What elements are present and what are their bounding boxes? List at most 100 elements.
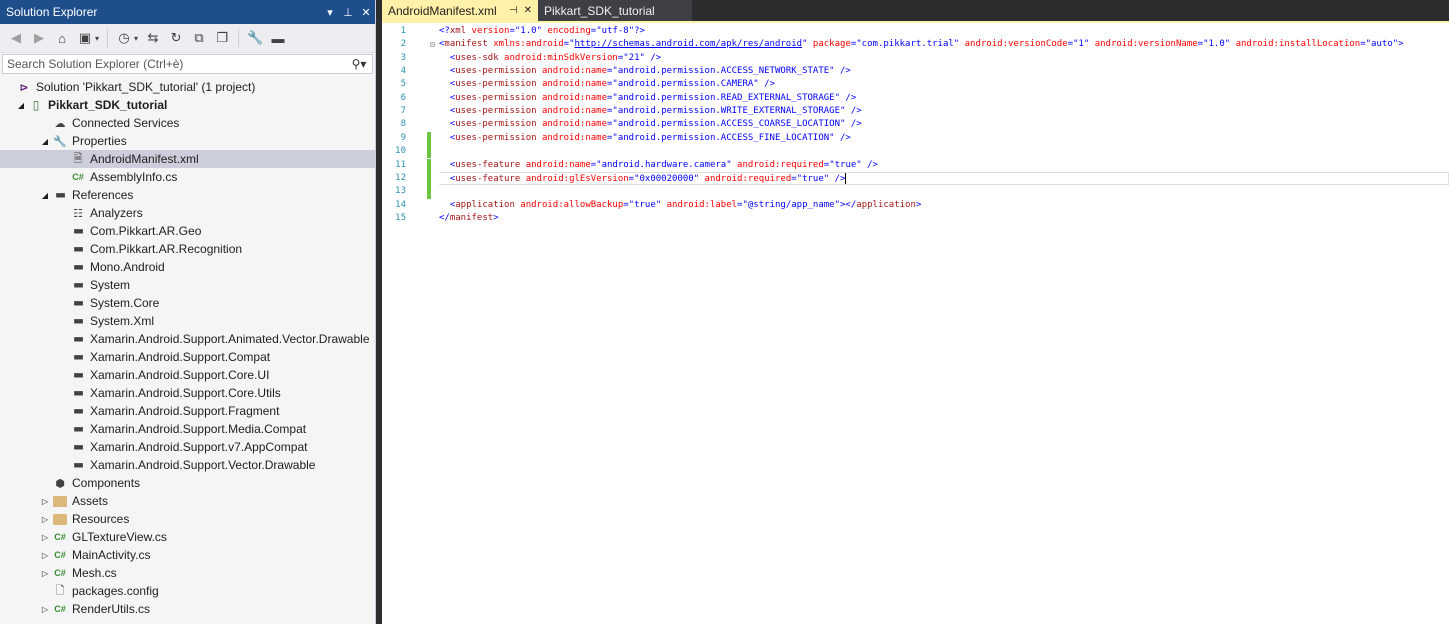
pin-icon[interactable]: ⊥	[339, 6, 357, 19]
fold-collapse-icon[interactable]: ⊟	[430, 38, 435, 51]
tree-item[interactable]: ⊳ Solution 'Pikkart_SDK_tutorial' (1 proj…	[0, 78, 375, 96]
reference-icon: ■■	[73, 352, 84, 362]
tree-item[interactable]: 🗋 packages.config	[0, 582, 375, 600]
pending-changes-filter-icon[interactable]: ◷	[114, 28, 134, 48]
line-number: 4	[400, 66, 406, 77]
code-token: <	[439, 52, 456, 63]
switch-views-dropdown-icon[interactable]: ▾	[95, 34, 99, 43]
expander-placeholder	[56, 348, 70, 366]
toolbar-separator	[107, 29, 109, 47]
sync-with-active-document-icon[interactable]: ⇆	[143, 28, 163, 48]
tree-item[interactable]: ☷ Analyzers	[0, 204, 375, 222]
tree-item[interactable]: ■■ Mono.Android	[0, 258, 375, 276]
collapsed-arrow-icon[interactable]: ▷	[38, 528, 52, 546]
tree-item[interactable]: ■■ Xamarin.Android.Support.Compat	[0, 348, 375, 366]
search-icon[interactable]: ⚲▾	[346, 57, 372, 71]
tree-item[interactable]: ■■ System.Core	[0, 294, 375, 312]
tree-item[interactable]: ◢ ▯ Pikkart_SDK_tutorial	[0, 96, 375, 114]
tree-item[interactable]: ■■ Xamarin.Android.Support.v7.AppCompat	[0, 438, 375, 456]
collapsed-arrow-icon[interactable]: ▷	[38, 510, 52, 528]
filter-dropdown-icon[interactable]: ▾	[134, 34, 138, 43]
code-line[interactable]: <uses-feature android:glEsVersion="0x000…	[439, 171, 1449, 186]
reference-icon: ■■	[73, 442, 84, 452]
solution-explorer-search-box[interactable]: ⚲▾	[2, 54, 373, 74]
line-number: 11	[395, 159, 406, 170]
expanded-arrow-icon[interactable]: ◢	[38, 186, 52, 204]
code-line[interactable]: <uses-sdk android:minSdkVersion="21" />	[439, 52, 661, 65]
show-all-files-icon[interactable]: ❐	[212, 28, 232, 48]
collapse-all-icon[interactable]: ⧉	[189, 28, 209, 48]
preview-selected-items-icon[interactable]: ▬	[268, 28, 288, 48]
collapsed-arrow-icon[interactable]: ▷	[38, 600, 52, 618]
document-tabs: AndroidManifest.xml ⊣ ✕ Pikkart_SDK_tuto…	[382, 0, 1449, 21]
code-line[interactable]: ⊟ <manifest xmlns:android="http://schemas…	[430, 38, 1404, 51]
tree-item[interactable]: ☁ Connected Services	[0, 114, 375, 132]
code-line[interactable]: <?xml version="1.0" encoding="utf-8"?>	[439, 25, 645, 38]
tab-androidmanifest[interactable]: AndroidManifest.xml ⊣ ✕	[382, 0, 538, 21]
collapsed-arrow-icon[interactable]: ▷	[38, 492, 52, 510]
back-icon[interactable]: ◀	[6, 28, 26, 48]
expanded-arrow-icon[interactable]: ◢	[38, 132, 52, 150]
tree-item[interactable]: ▷ C# GLTextureView.cs	[0, 528, 375, 546]
tree-item[interactable]: ■■ Xamarin.Android.Support.Core.Utils	[0, 384, 375, 402]
tree-item[interactable]: ■■ Com.Pikkart.AR.Recognition	[0, 240, 375, 258]
expanded-arrow-icon[interactable]: ◢	[14, 96, 28, 114]
expander-placeholder	[38, 582, 52, 600]
code-token: />	[834, 66, 851, 77]
code-line[interactable]: <uses-permission android:name="android.p…	[439, 78, 775, 91]
tree-item[interactable]: ▷ C# RenderUtils.cs	[0, 600, 375, 618]
window-position-dropdown-icon[interactable]: ▾	[321, 6, 339, 19]
line-number: 13	[395, 186, 406, 197]
home-icon[interactable]: ⌂	[52, 28, 72, 48]
reference-icon: ■■	[73, 424, 84, 434]
close-icon[interactable]: ✕	[357, 6, 375, 19]
code-line[interactable]: <application android:allowBackup="true" …	[439, 199, 921, 212]
tree-item[interactable]: ■■ Xamarin.Android.Support.Fragment	[0, 402, 375, 420]
tree-item[interactable]: ▷ Assets	[0, 492, 375, 510]
xml-file-icon: 🗎	[73, 152, 83, 165]
tree-item[interactable]: ▷ Resources	[0, 510, 375, 528]
code-line[interactable]: <uses-permission android:name="android.p…	[439, 132, 851, 145]
tree-item[interactable]: C# AssemblyInfo.cs	[0, 168, 375, 186]
code-line[interactable]: <uses-permission android:name="android.p…	[439, 118, 862, 131]
wrench-icon: 🔧	[53, 135, 67, 148]
tree-item[interactable]: ■■ Xamarin.Android.Support.Core.UI	[0, 366, 375, 384]
tab-pikkart-sdk-tutorial[interactable]: Pikkart_SDK_tutorial	[538, 0, 692, 21]
tree-item[interactable]: ■■ Xamarin.Android.Support.Animated.Vecto…	[0, 330, 375, 348]
collapsed-arrow-icon[interactable]: ▷	[38, 564, 52, 582]
tree-item[interactable]: 🗎 AndroidManifest.xml	[0, 150, 375, 168]
close-tab-icon[interactable]: ✕	[524, 5, 532, 16]
tree-item-label: RenderUtils.cs	[72, 602, 151, 616]
code-token: <	[439, 159, 456, 170]
properties-wrench-icon[interactable]: 🔧	[245, 28, 265, 48]
tree-item[interactable]: ◢ 🔧 Properties	[0, 132, 375, 150]
refresh-icon[interactable]: ↻	[166, 28, 186, 48]
forward-icon[interactable]: ▶	[29, 28, 49, 48]
tree-item[interactable]: ■■ Com.Pikkart.AR.Geo	[0, 222, 375, 240]
code-line[interactable]: <uses-feature android:name="android.hard…	[439, 159, 878, 172]
code-token: "utf-8"	[596, 26, 635, 36]
csharp-icon: C#	[54, 604, 66, 614]
code-editor[interactable]: 1 2 3 4 5 6 7 8 9 10 11 12 13 14 15 <?xml version="1.0…	[382, 23, 1449, 624]
code-line[interactable]: <uses-permission android:name="android.p…	[439, 92, 856, 105]
tree-item[interactable]: ◢ ■■ References	[0, 186, 375, 204]
tree-item[interactable]: ▷ C# Mesh.cs	[0, 564, 375, 582]
code-token: "android.permission.READ_EXTERNAL_STORAG…	[612, 92, 840, 103]
tree-item[interactable]: ⬢ Components	[0, 474, 375, 492]
code-token: android:allowBackup	[514, 199, 624, 210]
pin-tab-icon[interactable]: ⊣	[509, 5, 518, 16]
tree-item[interactable]: ■■ System.Xml	[0, 312, 375, 330]
code-line[interactable]: </manifest>	[439, 212, 499, 225]
collapsed-arrow-icon[interactable]: ▷	[38, 546, 52, 564]
tree-item[interactable]: ■■ Xamarin.Android.Support.Vector.Drawabl…	[0, 456, 375, 474]
code-token: uses-permission	[455, 119, 537, 130]
solution-tree: ⊳ Solution 'Pikkart_SDK_tutorial' (1 proj…	[0, 78, 375, 618]
search-input[interactable]	[7, 57, 346, 71]
switch-views-icon[interactable]: ▣	[75, 28, 95, 48]
tree-item[interactable]: ■■ System	[0, 276, 375, 294]
code-line[interactable]: <uses-permission android:name="android.p…	[439, 65, 851, 78]
tree-item[interactable]: ▷ C# MainActivity.cs	[0, 546, 375, 564]
code-line[interactable]: <uses-permission android:name="android.p…	[439, 105, 862, 118]
csharp-icon: C#	[72, 172, 84, 182]
tree-item[interactable]: ■■ Xamarin.Android.Support.Media.Compat	[0, 420, 375, 438]
